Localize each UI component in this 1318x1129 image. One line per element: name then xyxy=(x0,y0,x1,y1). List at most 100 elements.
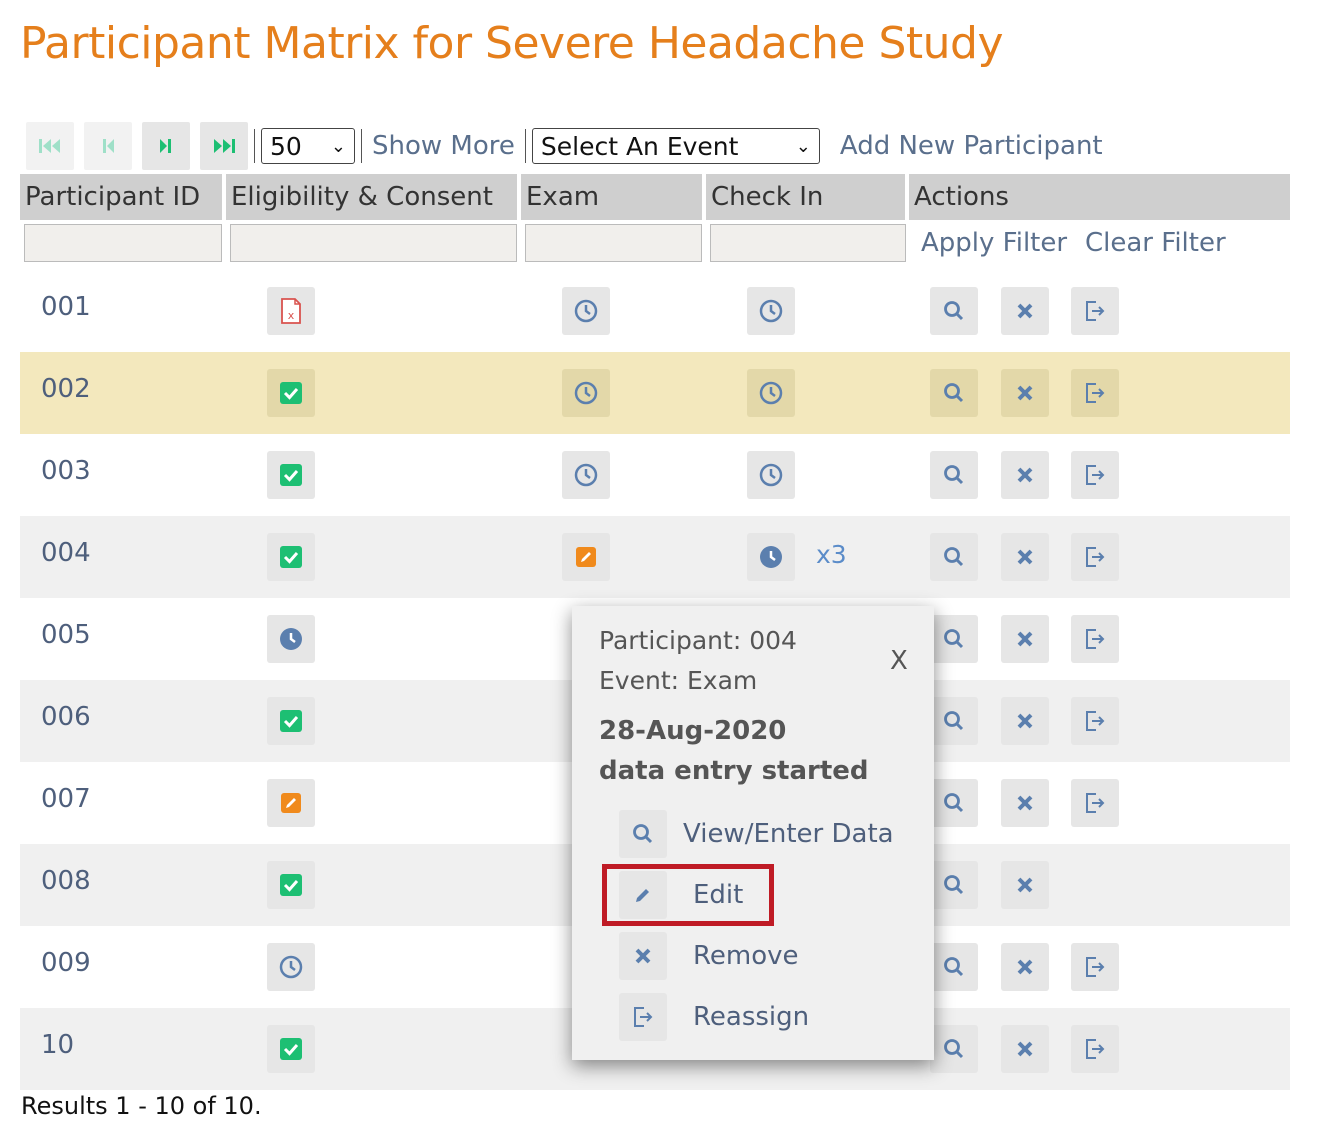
eligibility-status-button[interactable] xyxy=(267,943,315,991)
remove-participant-button[interactable] xyxy=(1001,861,1049,909)
remove-participant-button[interactable] xyxy=(1001,779,1049,827)
view-participant-button[interactable] xyxy=(930,779,978,827)
view-participant-button[interactable] xyxy=(930,697,978,745)
exam-status-button[interactable] xyxy=(562,533,610,581)
popup-event: Event: Exam xyxy=(599,666,758,695)
check-in-status-button[interactable] xyxy=(747,369,795,417)
reassign-participant-button[interactable] xyxy=(1071,451,1119,499)
view-participant-button[interactable] xyxy=(930,533,978,581)
search-icon xyxy=(942,873,966,897)
participant-id[interactable]: 007 xyxy=(41,784,91,814)
remove-participant-button[interactable] xyxy=(1001,287,1049,335)
filter-exam[interactable] xyxy=(525,224,702,262)
participant-id[interactable]: 004 xyxy=(41,538,91,568)
remove-participant-button[interactable] xyxy=(1001,943,1049,991)
view-participant-button[interactable] xyxy=(930,369,978,417)
remove-participant-button[interactable] xyxy=(1001,451,1049,499)
divider xyxy=(361,129,362,163)
reassign-participant-button[interactable] xyxy=(1071,779,1119,827)
eligibility-status-button[interactable] xyxy=(267,369,315,417)
page-size-select[interactable]: 50 ⌄ xyxy=(261,128,355,164)
filter-eligibility[interactable] xyxy=(230,224,517,262)
reassign-participant-button[interactable] xyxy=(1071,615,1119,663)
next-page-icon xyxy=(160,139,171,153)
popup-close-button[interactable]: X xyxy=(890,646,908,676)
eligibility-status-button[interactable] xyxy=(267,861,315,909)
participant-id[interactable]: 003 xyxy=(41,456,91,486)
show-more-link[interactable]: Show More xyxy=(372,131,515,161)
reassign-participant-button[interactable] xyxy=(1071,533,1119,581)
last-page-button[interactable] xyxy=(200,122,248,170)
reassign-participant-button[interactable] xyxy=(1071,369,1119,417)
participant-id[interactable]: 005 xyxy=(41,620,91,650)
eligibility-status-button[interactable] xyxy=(267,697,315,745)
pencil-icon xyxy=(619,871,667,919)
exam-status-button[interactable] xyxy=(562,287,610,335)
participant-id[interactable]: 001 xyxy=(41,292,91,322)
eligibility-status-button[interactable] xyxy=(267,451,315,499)
filter-row: Apply Filter Clear Filter xyxy=(20,220,1290,270)
exam-status-button[interactable] xyxy=(562,451,610,499)
remove-icon xyxy=(1015,711,1035,731)
view-participant-button[interactable] xyxy=(930,1025,978,1073)
check-in-status-button[interactable] xyxy=(747,451,795,499)
reassign-participant-button[interactable] xyxy=(1071,1025,1119,1073)
table-row: 004 x3 xyxy=(20,516,1290,598)
reassign-icon xyxy=(1083,299,1107,323)
participant-id[interactable]: 009 xyxy=(41,948,91,978)
results-count: Results 1 - 10 of 10. xyxy=(21,1092,262,1120)
eligibility-status-button[interactable] xyxy=(267,615,315,663)
exam-status-button[interactable] xyxy=(562,369,610,417)
column-header-exam[interactable]: Exam xyxy=(521,174,706,220)
eligibility-status-button[interactable]: x xyxy=(267,287,315,335)
check-in-count[interactable]: x3 xyxy=(816,540,847,569)
participant-id[interactable]: 10 xyxy=(41,1030,74,1060)
reassign-participant-button[interactable] xyxy=(1071,943,1119,991)
check-in-status-button[interactable] xyxy=(747,287,795,335)
filter-participant-id[interactable] xyxy=(24,224,222,262)
add-participant-link[interactable]: Add New Participant xyxy=(840,131,1103,161)
next-page-button[interactable] xyxy=(142,122,190,170)
search-icon xyxy=(942,627,966,651)
reassign-icon xyxy=(1083,545,1107,569)
prev-page-button[interactable] xyxy=(84,122,132,170)
view-participant-button[interactable] xyxy=(930,615,978,663)
remove-participant-button[interactable] xyxy=(1001,533,1049,581)
check-in-status-button[interactable] xyxy=(747,533,795,581)
participant-id[interactable]: 006 xyxy=(41,702,91,732)
reassign-participant-button[interactable] xyxy=(1071,287,1119,335)
reassign-participant-button[interactable] xyxy=(1071,697,1119,745)
clock-outline-icon xyxy=(758,380,784,406)
first-page-button[interactable] xyxy=(26,122,74,170)
remove-participant-button[interactable] xyxy=(1001,369,1049,417)
clock-filled-icon xyxy=(758,544,784,570)
column-header-check-in[interactable]: Check In xyxy=(706,174,909,220)
popup-reassign[interactable]: Reassign xyxy=(619,993,809,1041)
popup-view-enter-data[interactable]: View/Enter Data xyxy=(619,810,894,858)
remove-participant-button[interactable] xyxy=(1001,615,1049,663)
popup-edit[interactable]: Edit xyxy=(619,871,743,919)
clear-filter-link[interactable]: Clear Filter xyxy=(1085,228,1226,258)
view-participant-button[interactable] xyxy=(930,287,978,335)
column-header-eligibility[interactable]: Eligibility & Consent xyxy=(226,174,521,220)
eligibility-status-button[interactable] xyxy=(267,533,315,581)
view-participant-button[interactable] xyxy=(930,943,978,991)
event-popup: Participant: 004 Event: Exam X 28-Aug-20… xyxy=(572,606,934,1060)
eligibility-status-button[interactable] xyxy=(267,1025,315,1073)
remove-participant-button[interactable] xyxy=(1001,1025,1049,1073)
search-icon xyxy=(619,810,667,858)
popup-remove[interactable]: Remove xyxy=(619,932,799,980)
view-participant-button[interactable] xyxy=(930,451,978,499)
eligibility-status-button[interactable] xyxy=(267,779,315,827)
reassign-icon xyxy=(619,993,667,1041)
page-title: Participant Matrix for Severe Headache S… xyxy=(20,18,1004,69)
event-select[interactable]: Select An Event ⌄ xyxy=(531,128,820,164)
participant-id[interactable]: 002 xyxy=(41,374,91,404)
participant-id[interactable]: 008 xyxy=(41,866,91,896)
filter-check-in[interactable] xyxy=(710,224,906,262)
view-participant-button[interactable] xyxy=(930,861,978,909)
column-header-participant-id[interactable]: Participant ID xyxy=(20,174,226,220)
check-icon xyxy=(279,709,303,733)
remove-participant-button[interactable] xyxy=(1001,697,1049,745)
apply-filter-link[interactable]: Apply Filter xyxy=(921,228,1067,258)
